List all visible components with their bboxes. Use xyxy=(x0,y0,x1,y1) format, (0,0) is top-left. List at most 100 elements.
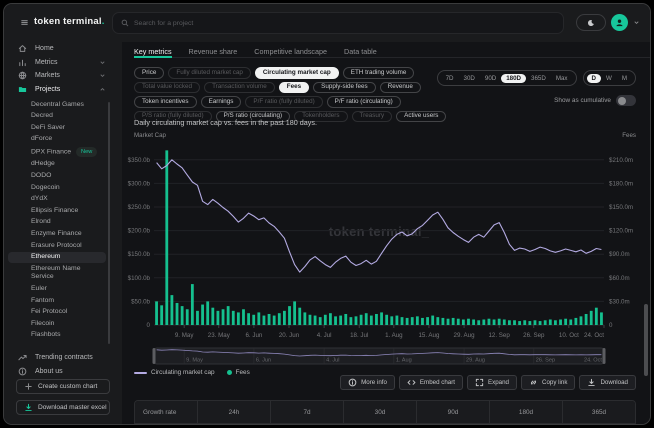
range-30d[interactable]: 30D xyxy=(459,74,480,83)
project-item-erasure-protocol[interactable]: Erasure Protocol xyxy=(4,240,110,252)
project-item-flashbots[interactable]: Flashbots xyxy=(4,330,110,342)
project-item-dydx[interactable]: dYdX xyxy=(4,194,110,206)
project-item-fei-protocol[interactable]: Fei Protocol xyxy=(4,307,110,319)
filter-fees[interactable]: Fees xyxy=(279,82,309,94)
filter-price[interactable]: Price xyxy=(134,67,164,79)
svg-text:9. May: 9. May xyxy=(175,332,194,339)
filter-treasury[interactable]: Treasury xyxy=(352,111,393,123)
legend-swatch xyxy=(227,370,232,375)
time-scrubber[interactable]: 9. May6. Jun4. Jul1. Aug29. Aug26. Sep24… xyxy=(126,346,648,368)
filter-circulating-market-cap[interactable]: Circulating market cap xyxy=(255,67,339,79)
menu-icon[interactable] xyxy=(20,18,29,27)
chevron-down-icon[interactable] xyxy=(633,19,640,26)
project-item-defi-saver[interactable]: DeFi Saver xyxy=(4,122,110,134)
project-item-euler[interactable]: Euler xyxy=(4,284,110,296)
svg-text:$250.0b: $250.0b xyxy=(128,204,151,211)
expand-button[interactable]: Expand xyxy=(467,375,517,390)
tab-data-table[interactable]: Data table xyxy=(344,42,377,58)
download-master-excel-button[interactable]: Download master excel xyxy=(16,400,110,415)
main-scrollbar[interactable] xyxy=(644,304,648,376)
sidebar-item-home[interactable]: Home xyxy=(4,42,122,56)
legend-fees[interactable]: Fees xyxy=(227,369,250,376)
filter-supply-side-fees[interactable]: Supply-side fees xyxy=(313,82,376,94)
filter-revenue[interactable]: Revenue xyxy=(380,82,421,94)
project-item-dodo[interactable]: DODO xyxy=(4,171,110,183)
sidebar-item-trending-contracts[interactable]: Trending contracts xyxy=(4,350,122,364)
link-icon xyxy=(529,378,538,387)
svg-text:$300.0b: $300.0b xyxy=(128,180,151,187)
project-item-ellipsis-finance[interactable]: Ellipsis Finance xyxy=(4,205,110,217)
project-item-elrond[interactable]: Elrond xyxy=(4,217,110,229)
svg-text:$150.0m: $150.0m xyxy=(609,204,633,211)
project-item-decred[interactable]: Decred xyxy=(4,111,110,123)
theme-toggle[interactable] xyxy=(576,14,606,31)
filter-eth-trading-volume[interactable]: ETH trading volume xyxy=(343,67,415,79)
svg-text:24. Oct: 24. Oct xyxy=(584,358,602,364)
project-item-dogecoin[interactable]: Dogecoin xyxy=(4,182,110,194)
filter-earnings[interactable]: Earnings xyxy=(201,96,242,108)
svg-text:9. May: 9. May xyxy=(186,358,203,364)
range-365d[interactable]: 365D xyxy=(526,74,551,83)
sidebar-item-projects[interactable]: Projects xyxy=(4,83,122,97)
range-max[interactable]: Max xyxy=(551,74,573,83)
sidebar-item-about-us[interactable]: About us xyxy=(4,364,122,378)
svg-text:24. Oct: 24. Oct xyxy=(584,332,604,339)
filter-fully-diluted-market-cap[interactable]: Fully diluted market cap xyxy=(168,67,251,79)
filter-total-value-locked[interactable]: Total value locked xyxy=(134,82,200,94)
range-180d[interactable]: 180D xyxy=(501,74,526,83)
svg-text:18. Jul: 18. Jul xyxy=(350,332,368,339)
search-input[interactable]: Search for a project xyxy=(112,12,564,34)
filter-p-f-ratio-fully-diluted[interactable]: P/F ratio (fully diluted) xyxy=(245,96,322,108)
project-item-fantom[interactable]: Fantom xyxy=(4,295,110,307)
growth-table-body xyxy=(135,424,635,425)
more-info-button[interactable]: More info xyxy=(340,375,395,390)
projects-list: Decentral GamesDecredDeFi SaverdForceDPX… xyxy=(4,99,110,341)
filter-active-users[interactable]: Active users xyxy=(396,111,446,123)
sidebar-item-label: Home xyxy=(35,45,122,52)
filter-transaction-volume[interactable]: Transaction volume xyxy=(204,82,275,94)
range-90d[interactable]: 90D xyxy=(480,74,501,83)
app-logo[interactable]: token terminal. xyxy=(34,16,105,27)
trending-icon xyxy=(18,353,27,362)
svg-text:29. Aug: 29. Aug xyxy=(454,332,476,339)
main-chart[interactable]: $350.0b$300.0b$250.0b$200.0b$150.0b$100.… xyxy=(126,140,648,344)
granularity-m[interactable]: M xyxy=(617,74,632,83)
chart-actions: More info Embed chart Expand Copy link Downl… xyxy=(340,375,636,390)
project-item-filecoin[interactable]: Filecoin xyxy=(4,318,110,330)
main-content: Key metrics Revenue share Competitive land… xyxy=(122,42,650,424)
sidebar-scrollbar[interactable] xyxy=(108,102,110,344)
chevron-down-icon xyxy=(99,72,106,79)
copy-link-button[interactable]: Copy link xyxy=(521,375,575,390)
sidebar-item-metrics[interactable]: Metrics xyxy=(4,56,122,70)
project-item-dhedge[interactable]: dHedge xyxy=(4,159,110,171)
chart-legend: Circulating market cap Fees xyxy=(134,369,250,376)
download-button[interactable]: Download xyxy=(579,375,636,390)
growth-table: Growth rate24h7d30d90d180d365d xyxy=(134,400,636,425)
granularity-w[interactable]: W xyxy=(601,74,617,83)
app-window: token terminal. Search for a project xyxy=(3,3,651,425)
embed-chart-button[interactable]: Embed chart xyxy=(399,375,463,390)
project-item-enzyme-finance[interactable]: Enzyme Finance xyxy=(4,229,110,241)
cumulative-toggle[interactable] xyxy=(616,95,636,106)
tab-competitive-landscape[interactable]: Competitive landscape xyxy=(254,42,327,58)
sidebar-item-markets[interactable]: Markets xyxy=(4,69,122,83)
granularity-d[interactable]: D xyxy=(587,74,601,83)
project-item-decentral-games[interactable]: Decentral Games xyxy=(4,99,110,111)
project-item-dpx-finance[interactable]: DPX FinanceNew xyxy=(4,145,110,159)
left-axis-label: Market Cap xyxy=(134,132,166,139)
svg-text:$350.0b: $350.0b xyxy=(128,157,151,164)
project-item-ethereum[interactable]: Ethereum xyxy=(8,252,106,264)
avatar[interactable] xyxy=(611,14,628,31)
tab-key-metrics[interactable]: Key metrics xyxy=(134,42,172,58)
project-item-dforce[interactable]: dForce xyxy=(4,134,110,146)
growth-col-7d: 7d xyxy=(270,401,343,423)
legend-circulating-market-cap[interactable]: Circulating market cap xyxy=(134,369,215,376)
create-custom-chart-button[interactable]: Create custom chart xyxy=(16,379,110,394)
tab-revenue-share[interactable]: Revenue share xyxy=(189,42,238,58)
filter-p-f-ratio-circulating[interactable]: P/F ratio (circulating) xyxy=(327,96,401,108)
svg-text:20. Jun: 20. Jun xyxy=(279,332,300,339)
filter-token-incentives[interactable]: Token incentives xyxy=(134,96,197,108)
svg-text:15. Aug: 15. Aug xyxy=(418,332,440,339)
range-7d[interactable]: 7D xyxy=(441,74,459,83)
project-item-ethereum-name-service[interactable]: Ethereum Name Service xyxy=(4,263,110,283)
